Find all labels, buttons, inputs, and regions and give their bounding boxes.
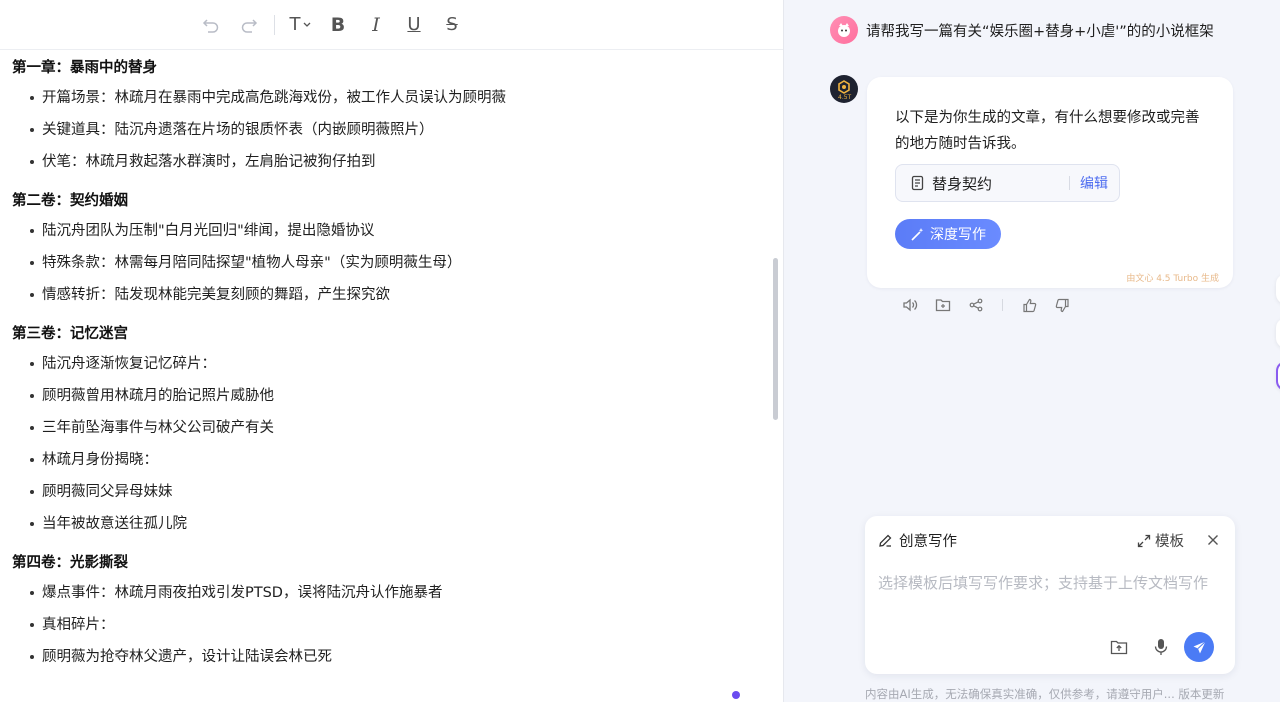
upload-icon[interactable] — [1108, 636, 1130, 658]
bullet-list: 爆点事件：林疏月雨夜拍戏引发PTSD，误将陆沉舟认作施暴者 真相碎片： 顾明薇为… — [12, 573, 762, 686]
side-tab[interactable] — [1276, 318, 1280, 348]
save-icon[interactable] — [926, 296, 959, 314]
bullet-list: 开篇场景：林疏月在暴雨中完成高危跳海戏份，被工作人员误认为顾明薇 关键道具：陆沉… — [12, 78, 762, 191]
italic-button[interactable]: I — [357, 9, 395, 41]
list-item: 当年被故意送往孤儿院 — [12, 514, 762, 546]
thumbs-down-icon[interactable] — [1046, 296, 1079, 314]
list-item: 陆沉舟团队为压制"白月光回归"绯闻，提出隐婚协议 — [12, 221, 762, 253]
bot-avatar: 4.5T — [830, 75, 858, 103]
strikethrough-button[interactable]: S — [433, 9, 471, 41]
section: 第三卷：记忆迷宫 陆沉舟逐渐恢复记忆碎片： 顾明薇曾用林疏月的胎记照片威胁他 三… — [12, 324, 762, 553]
list-item: 顾明薇为抢夺林父遗产，设计让陆误会林已死 — [12, 647, 762, 679]
underline-button[interactable]: U — [395, 9, 433, 41]
section-heading: 第一章：暴雨中的替身 — [12, 60, 157, 76]
divider — [1002, 299, 1003, 311]
list-item: 真相碎片： — [12, 615, 762, 647]
redo-icon[interactable] — [230, 9, 268, 41]
disclaimer-note: 内容由AI生成，无法确保真实准确，仅供参考，请遵守用户... 版本更新 — [865, 687, 1225, 701]
bold-button[interactable]: B — [319, 9, 357, 41]
expand-icon — [1137, 534, 1151, 547]
chat-panel: 请帮我写一篇有关“娱乐圈+替身+小虐'”的的小说框架 4.5T 以下是为你生成的… — [783, 0, 1280, 702]
microphone-icon[interactable] — [1150, 636, 1172, 658]
document-card-title: 替身契约 — [932, 174, 993, 193]
list-item: 关键道具：陆沉舟遗落在片场的银质怀表（内嵌顾明薇照片） — [12, 120, 762, 152]
section: 第二卷：契约婚姻 陆沉舟团队为压制"白月光回归"绯闻，提出隐婚协议 特殊条款：林… — [12, 191, 762, 324]
send-icon — [1193, 640, 1206, 653]
send-button[interactable] — [1184, 632, 1214, 662]
section-heading: 第三卷：记忆迷宫 — [12, 326, 128, 342]
edit-link[interactable]: 编辑 — [1070, 173, 1119, 193]
generated-by-note: 由文心 4.5 Turbo 生成 — [1126, 274, 1219, 284]
deep-write-button[interactable]: 深度写作 — [895, 219, 1001, 249]
bot-message-bubble: 以下是为你生成的文章，有什么想要修改或完善的地方随时告诉我。 替身契约 编辑 深… — [867, 77, 1233, 288]
formatting-toolbar: T B I U S — [0, 0, 783, 50]
list-item: 顾明薇曾用林疏月的胎记照片威胁他 — [12, 386, 762, 418]
list-item: 顾明薇同父异母妹妹 — [12, 482, 762, 514]
magic-wand-icon — [911, 227, 924, 241]
document-body[interactable]: 第一章：暴雨中的替身 开篇场景：林疏月在暴雨中完成高危跳海戏份，被工作人员误认为… — [12, 58, 762, 686]
composer-tools — [1108, 632, 1214, 662]
section-heading: 第四卷：光影撕裂 — [12, 555, 128, 571]
list-item: 情感转折：陆发现林能完美复刻顾的舞蹈，产生探究欲 — [12, 285, 762, 317]
message-actions — [893, 296, 1079, 314]
speaker-icon[interactable] — [893, 296, 926, 314]
document-icon — [910, 175, 926, 191]
side-tab-active[interactable] — [1276, 361, 1280, 391]
composer: 创意写作 模板 选择模板后填写写作要求；支持基于上传文档写作 — [865, 516, 1235, 674]
list-item: 伏笔：林疏月救起落水群演时，左肩胎记被狗仔拍到 — [12, 152, 762, 184]
side-tab[interactable] — [1276, 274, 1280, 304]
bot-message: 以下是为你生成的文章，有什么想要修改或完善的地方随时告诉我。 — [895, 110, 1200, 152]
section: 第一章：暴雨中的替身 开篇场景：林疏月在暴雨中完成高危跳海戏份，被工作人员误认为… — [12, 58, 762, 191]
list-item: 特殊条款：林需每月陪同陆探望"植物人母亲"（实为顾明薇生母） — [12, 253, 762, 285]
section-heading: 第二卷：契约婚姻 — [12, 193, 128, 209]
user-message: 请帮我写一篇有关“娱乐圈+替身+小虐'”的的小说框架 — [866, 23, 1214, 40]
text-style-button[interactable]: T — [281, 9, 319, 41]
user-message-row: 请帮我写一篇有关“娱乐圈+替身+小虐'”的的小说框架 — [830, 16, 1214, 44]
thumbs-up-icon[interactable] — [1013, 296, 1046, 314]
prompt-input[interactable]: 选择模板后填写写作要求；支持基于上传文档写作 — [878, 572, 1228, 593]
undo-icon[interactable] — [192, 9, 230, 41]
user-avatar — [830, 16, 858, 44]
list-item: 陆沉舟逐渐恢复记忆碎片： — [12, 354, 762, 386]
bullet-list: 陆沉舟逐渐恢复记忆碎片： 顾明薇曾用林疏月的胎记照片威胁他 三年前坠海事件与林父… — [12, 344, 762, 553]
list-item: 爆点事件：林疏月雨夜拍戏引发PTSD，误将陆沉舟认作施暴者 — [12, 583, 762, 615]
share-icon[interactable] — [959, 296, 992, 314]
list-item: 林疏月身份揭晓： — [12, 450, 762, 482]
creative-writing-mode[interactable]: 创意写作 — [878, 530, 957, 551]
toolbar-divider — [274, 14, 275, 35]
list-item: 开篇场景：林疏月在暴雨中完成高危跳海戏份，被工作人员误认为顾明薇 — [12, 88, 762, 120]
document-card[interactable]: 替身契约 编辑 — [895, 164, 1120, 202]
document-editor: T B I U S 第一章：暴雨中的替身 开篇场景：林疏月在暴雨中完成高危跳海戏… — [0, 0, 783, 702]
bullet-list: 陆沉舟团队为压制"白月光回归"绯闻，提出隐婚协议 特殊条款：林需每月陪同陆探望"… — [12, 211, 762, 324]
pen-icon — [879, 534, 892, 547]
list-item: 三年前坠海事件与林父公司破产有关 — [12, 418, 762, 450]
editor-scrollbar[interactable] — [773, 258, 778, 420]
template-button[interactable]: 模板 — [1137, 530, 1184, 551]
close-icon[interactable] — [1207, 531, 1219, 550]
section: 第四卷：光影撕裂 爆点事件：林疏月雨夜拍戏引发PTSD，误将陆沉舟认作施暴者 真… — [12, 553, 762, 686]
status-dot — [732, 691, 740, 699]
